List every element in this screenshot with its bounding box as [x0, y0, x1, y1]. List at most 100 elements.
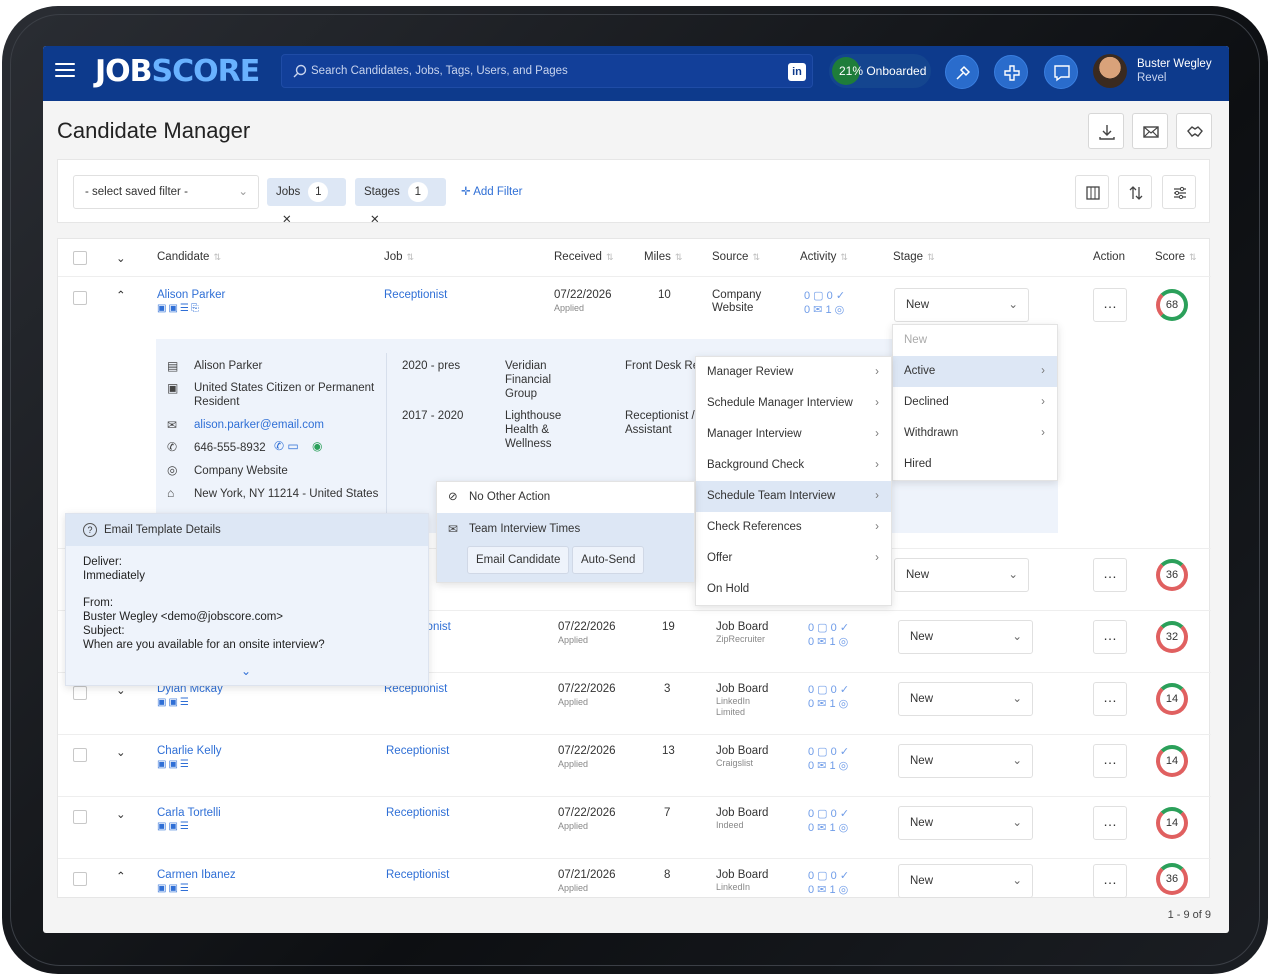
candidate-icons[interactable]: ▣▣☰: [157, 883, 191, 894]
expand-all-icon[interactable]: ⌄: [116, 251, 126, 265]
substage-on-hold[interactable]: On Hold: [696, 574, 891, 605]
stage-select[interactable]: New ⌄: [894, 288, 1029, 322]
stage-select[interactable]: New ⌄: [898, 864, 1033, 898]
col-stage[interactable]: Stage ⇅: [893, 251, 935, 263]
col-candidate[interactable]: Candidate ⇅: [157, 251, 221, 263]
row-checkbox[interactable]: [73, 291, 87, 305]
stage-select[interactable]: New ⌄: [898, 744, 1033, 778]
col-miles[interactable]: Miles ⇅: [644, 251, 682, 263]
stage-select[interactable]: New ⌄: [898, 682, 1033, 716]
stage-option-new[interactable]: New: [893, 325, 1057, 356]
close-icon[interactable]: ✕: [282, 214, 292, 226]
candidate-name[interactable]: Carla Tortelli: [157, 807, 221, 819]
row-checkbox[interactable]: [73, 872, 87, 886]
columns-button[interactable]: [1075, 175, 1109, 209]
activity-counts[interactable]: 0 ▢ 0 ✓ 0 ✉ 1 ◎: [808, 683, 849, 711]
col-activity[interactable]: Activity ⇅: [800, 251, 848, 263]
saved-filter-select[interactable]: - select saved filter - ⌄: [73, 175, 259, 209]
settings-button[interactable]: [1162, 175, 1196, 209]
activity-counts[interactable]: 0 ▢ 0 ✓ 0 ✉ 1 ◎: [808, 745, 849, 773]
substage-schedule-manager-interview[interactable]: Schedule Manager Interview ›: [696, 388, 891, 419]
action-button[interactable]: …: [1093, 806, 1127, 840]
col-source[interactable]: Source ⇅: [712, 251, 760, 263]
menu-icon[interactable]: [55, 63, 75, 81]
expand-icon[interactable]: ⌄: [116, 745, 126, 759]
call-icon[interactable]: ✆ ▭: [274, 439, 299, 453]
candidate-name[interactable]: Charlie Kelly: [157, 745, 222, 757]
stage-select[interactable]: New ⌄: [898, 620, 1033, 654]
team-interview-times-option[interactable]: ✉ Team Interview Times Email Candidate A…: [437, 513, 694, 582]
avatar[interactable]: [1093, 54, 1127, 88]
action-button[interactable]: …: [1093, 744, 1127, 778]
action-button[interactable]: …: [1093, 682, 1127, 716]
sort-button[interactable]: [1118, 175, 1152, 209]
score-badge: 68: [1156, 289, 1188, 321]
candidate-icons[interactable]: ▣▣☰: [157, 759, 191, 770]
stage-option-active[interactable]: Active ›: [893, 356, 1057, 387]
action-button[interactable]: …: [1093, 558, 1127, 592]
collapse-icon[interactable]: ⌃: [116, 869, 126, 883]
stage-option-hired[interactable]: Hired: [893, 449, 1057, 480]
no-other-action-option[interactable]: ⊘ No Other Action: [437, 482, 694, 513]
stage-option-withdrawn[interactable]: Withdrawn ›: [893, 418, 1057, 449]
download-button[interactable]: [1088, 113, 1124, 149]
email-button[interactable]: [1132, 113, 1168, 149]
tools-button[interactable]: [945, 55, 979, 89]
linkedin-icon[interactable]: in: [788, 63, 806, 81]
jobs-filter-chip[interactable]: Jobs 1✕: [267, 178, 346, 226]
candidate-icons[interactable]: ▣▣☰: [157, 697, 191, 708]
activity-counts[interactable]: 0 ▢ 0 ✓ 0 ✉ 1 ◎: [808, 621, 849, 649]
job-link[interactable]: Receptionist: [384, 289, 447, 301]
home-icon: ⌂: [167, 486, 175, 500]
substage-manager-interview[interactable]: Manager Interview ›: [696, 419, 891, 450]
onboarded-badge[interactable]: 21% Onboarded: [829, 54, 931, 88]
job-link[interactable]: Receptionist: [386, 869, 449, 881]
messages-button[interactable]: [1044, 55, 1078, 89]
collapse-icon[interactable]: ⌃: [116, 288, 126, 302]
candidate-name[interactable]: Carmen Ibanez: [157, 869, 236, 881]
job-link[interactable]: Receptionist: [386, 745, 449, 757]
chevron-down-icon[interactable]: ⌄: [241, 664, 251, 678]
expand-icon[interactable]: ⌄: [116, 807, 126, 821]
action-button[interactable]: …: [1093, 288, 1127, 322]
auto-send-button[interactable]: Auto-Send: [572, 546, 645, 574]
job-link[interactable]: Receptionist: [386, 807, 449, 819]
action-button[interactable]: …: [1093, 620, 1127, 654]
chevron-down-icon: ⌄: [1008, 569, 1018, 581]
close-icon[interactable]: ✕: [370, 214, 380, 226]
logo[interactable]: JOBSCORE: [95, 54, 260, 89]
action-button[interactable]: …: [1093, 864, 1127, 898]
substage-manager-review[interactable]: Manager Review ›: [696, 357, 891, 388]
substage-check-references[interactable]: Check References ›: [696, 512, 891, 543]
team-button[interactable]: [1176, 113, 1212, 149]
substage-background-check[interactable]: Background Check ›: [696, 450, 891, 481]
add-button[interactable]: [994, 55, 1028, 89]
whatsapp-icon[interactable]: ◉: [312, 439, 322, 453]
search-input[interactable]: Search Candidates, Jobs, Tags, Users, an…: [281, 54, 813, 88]
candidate-icons[interactable]: ▣▣☰: [157, 821, 191, 832]
substage-schedule-team-interview[interactable]: Schedule Team Interview ›: [696, 481, 891, 512]
col-score[interactable]: Score ⇅: [1155, 251, 1197, 263]
col-job[interactable]: Job ⇅: [384, 251, 414, 263]
row-checkbox[interactable]: [73, 748, 87, 762]
activity-counts[interactable]: 0 ▢ 0 ✓ 0 ✉ 1 ◎: [804, 289, 845, 317]
activity-counts[interactable]: 0 ▢ 0 ✓ 0 ✉ 1 ◎: [808, 869, 849, 897]
col-received[interactable]: Received ⇅: [554, 251, 614, 263]
chevron-right-icon: ›: [1041, 396, 1045, 408]
add-filter-link[interactable]: ✛ Add Filter: [461, 184, 522, 198]
candidate-icons[interactable]: ▣▣☰⎘: [157, 303, 201, 314]
stage-select[interactable]: New ⌄: [894, 558, 1029, 592]
stages-filter-chip[interactable]: Stages 1✕: [355, 178, 446, 226]
miles: 10: [658, 289, 671, 301]
activity-counts[interactable]: 0 ▢ 0 ✓ 0 ✉ 1 ◎: [808, 807, 849, 835]
email-candidate-button[interactable]: Email Candidate: [467, 546, 570, 574]
user-info[interactable]: Buster Wegley Revel: [1137, 57, 1212, 85]
stage-option-declined[interactable]: Declined ›: [893, 387, 1057, 418]
substage-offer[interactable]: Offer ›: [696, 543, 891, 574]
row-checkbox[interactable]: [73, 686, 87, 700]
stage-select[interactable]: New ⌄: [898, 806, 1033, 840]
candidate-name[interactable]: Alison Parker: [157, 289, 225, 301]
select-all-checkbox[interactable]: [73, 251, 87, 265]
row-checkbox[interactable]: [73, 810, 87, 824]
detail-email[interactable]: alison.parker@email.com: [194, 418, 324, 432]
